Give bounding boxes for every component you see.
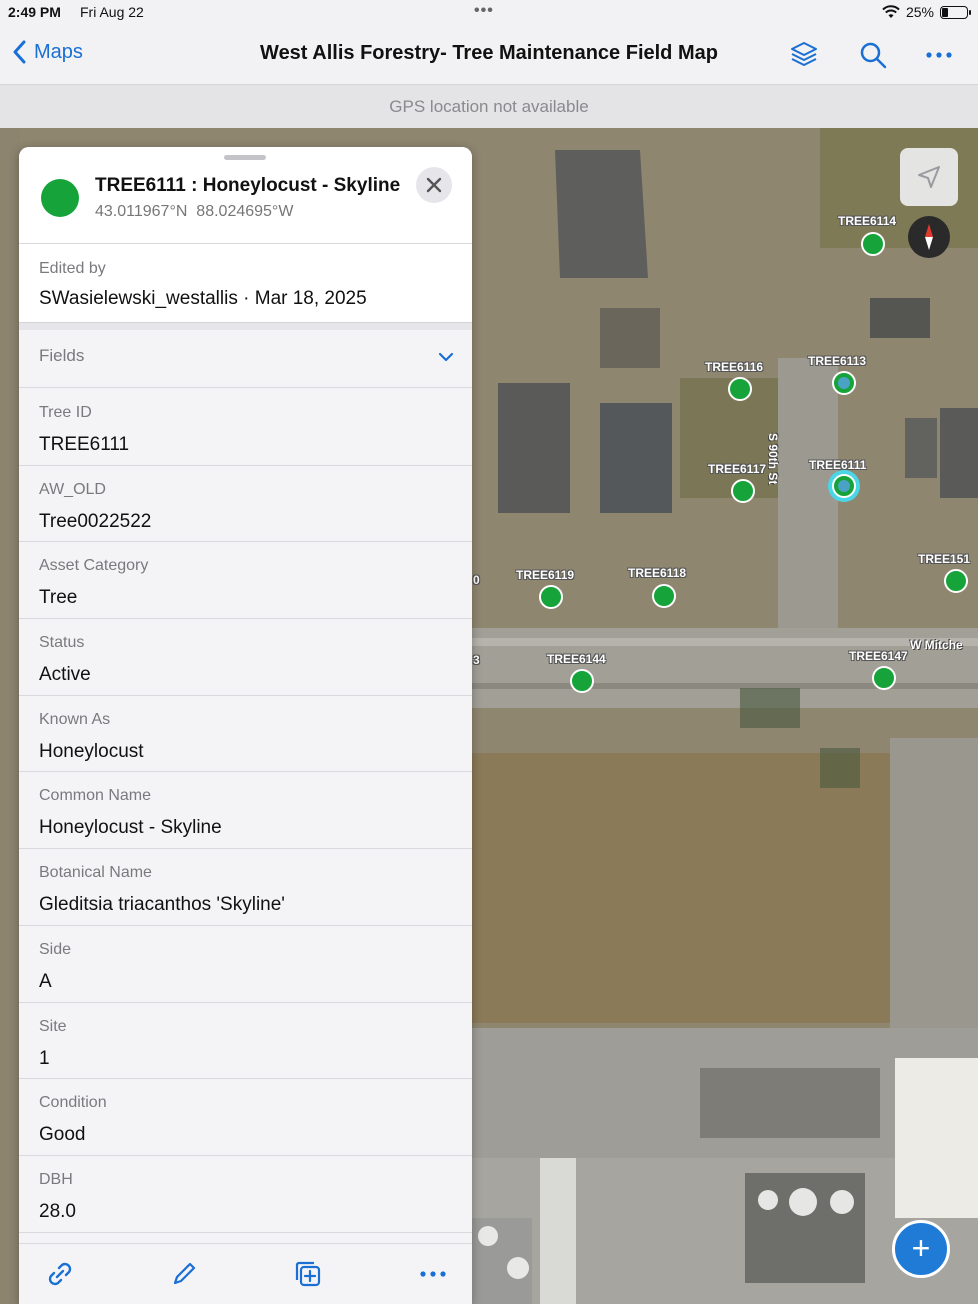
field-label: Tree ID: [39, 404, 92, 421]
field-label: Condition: [39, 1094, 107, 1112]
multitasking-dots-icon[interactable]: •••: [474, 2, 494, 20]
feature-coordinates: 43.011967°N 88.024695°W: [95, 203, 293, 221]
location-arrow-icon: [918, 166, 940, 188]
tree-marker-tree6119[interactable]: [539, 585, 563, 609]
marker-label: TREE6116: [705, 360, 764, 374]
tree-marker-tree6147[interactable]: [872, 666, 896, 690]
field-condition: Condition Good: [19, 1079, 472, 1156]
street-label-w-mitchell: W Mitche: [910, 638, 963, 652]
edge-label-0: 0: [473, 573, 480, 587]
field-site: Site 1: [19, 1002, 472, 1080]
tree-marker-tree151[interactable]: [944, 569, 968, 593]
status-date: Fri Aug 22: [80, 4, 144, 20]
field-label: Asset Category: [39, 557, 149, 575]
more-icon[interactable]: [417, 1258, 449, 1290]
field-value: Tree0022522: [39, 510, 152, 532]
field-aw-old: AW_OLD Tree0022522: [19, 465, 472, 543]
feature-symbol-icon: [41, 179, 79, 217]
field-side: Side A: [19, 925, 472, 1003]
field-dbh: DBH 28.0: [19, 1155, 472, 1233]
compass-button[interactable]: [908, 216, 950, 258]
layers-icon[interactable]: [789, 40, 819, 70]
marker-label: TREE6113: [808, 354, 867, 368]
duplicate-icon[interactable]: [292, 1258, 324, 1290]
field-value: Good: [39, 1124, 86, 1146]
field-label: Known As: [39, 710, 111, 728]
tree-marker-tree6118[interactable]: [652, 584, 676, 608]
gps-banner: GPS location not available: [0, 84, 978, 128]
feature-title: TREE6111 : Honeylocust - Skyline: [95, 175, 401, 196]
tree-marker-tree6116[interactable]: [728, 377, 752, 401]
tree-marker-tree6114[interactable]: [861, 232, 885, 256]
field-label: DBH: [39, 1170, 73, 1188]
map-title: West Allis Forestry- Tree Maintenance Fi…: [260, 42, 718, 64]
field-value: A: [39, 970, 52, 992]
feature-panel: TREE6111 : Honeylocust - Skyline 43.0119…: [19, 147, 472, 1304]
battery-icon: [940, 5, 971, 19]
compass-icon: [925, 224, 933, 250]
feature-toolbar: [19, 1243, 472, 1304]
nav-bar: Maps West Allis Forestry- Tree Maintenan…: [0, 26, 978, 84]
field-label: Side: [39, 940, 72, 958]
edited-by-value: SWasielewski_westallis · Mar 18, 2025: [39, 288, 367, 309]
field-label: Site: [39, 1017, 67, 1035]
field-botanical-name: Botanical Name Gleditsia triacanthos 'Sk…: [19, 849, 472, 926]
field-value: Active: [39, 664, 91, 686]
search-icon[interactable]: [858, 40, 888, 70]
field-label: Common Name: [39, 787, 152, 805]
field-tree-id: Tree ID TREE6111: [19, 389, 472, 466]
marker-label: TREE6147: [849, 649, 908, 663]
status-time: 2:49 PM: [8, 4, 61, 20]
feature-header: TREE6111 : Honeylocust - Skyline 43.0119…: [19, 147, 472, 244]
field-known-as: Known As Honeylocust: [19, 695, 472, 773]
tree-marker-tree6117[interactable]: [731, 479, 755, 503]
feature-lat: 43.011967°N: [95, 203, 188, 220]
edited-by-section: Edited by SWasielewski_westallis · Mar 1…: [19, 244, 472, 322]
marker-label: TREE6119: [516, 568, 575, 582]
add-feature-button[interactable]: +: [892, 1220, 950, 1278]
tree-marker-tree6144[interactable]: [570, 669, 594, 693]
marker-label: TREE6111: [809, 458, 867, 472]
edited-by-label: Edited by: [39, 260, 106, 277]
marker-label: TREE151: [918, 552, 971, 566]
edge-label-3: 3: [473, 653, 480, 667]
status-bar: 2:49 PM Fri Aug 22 ••• 25%: [0, 0, 978, 26]
field-value: TREE6111: [39, 434, 130, 455]
field-value: Honeylocust: [39, 740, 144, 762]
marker-label: TREE6118: [628, 566, 687, 580]
field-label: AW_OLD: [39, 480, 106, 498]
close-icon: [426, 177, 442, 193]
close-button[interactable]: [416, 167, 452, 203]
field-label: Botanical Name: [39, 864, 152, 882]
field-value: Tree: [39, 587, 78, 609]
marker-label: TREE6114: [838, 214, 897, 228]
field-value: 1: [39, 1047, 50, 1069]
street-label-s-90th: S 90th St: [766, 433, 780, 485]
fields-list: Tree ID TREE6111 AW_OLD Tree0022522 Asse…: [19, 389, 472, 1233]
more-icon[interactable]: [924, 40, 954, 70]
field-common-name: Common Name Honeylocust - Skyline: [19, 772, 472, 850]
marker-label: TREE6144: [547, 652, 606, 666]
battery-percent: 25%: [905, 4, 934, 20]
marker-label: TREE6117: [708, 462, 767, 476]
field-value: Gleditsia triacanthos 'Skyline': [39, 894, 285, 916]
feature-lon: 88.024695°W: [196, 203, 294, 220]
field-status: Status Active: [19, 619, 472, 696]
panel-grabber[interactable]: [224, 155, 266, 160]
field-value: Honeylocust - Skyline: [39, 817, 222, 839]
field-label: Status: [39, 634, 85, 652]
section-divider: [19, 322, 472, 330]
tree-marker-tree6113[interactable]: [832, 371, 856, 395]
tree-marker-tree6111-selected[interactable]: [832, 474, 856, 498]
fields-header: Fields: [39, 346, 85, 365]
edit-pencil-icon[interactable]: [168, 1258, 200, 1290]
field-value: 28.0: [39, 1200, 76, 1222]
field-asset-category: Asset Category Tree: [19, 542, 472, 620]
chevron-down-icon: [438, 352, 454, 362]
fields-section-toggle[interactable]: Fields: [19, 330, 472, 388]
status-right: 25%: [882, 4, 971, 20]
locate-button[interactable]: [900, 148, 958, 206]
wifi-icon: [882, 5, 900, 18]
link-icon[interactable]: [44, 1258, 76, 1290]
